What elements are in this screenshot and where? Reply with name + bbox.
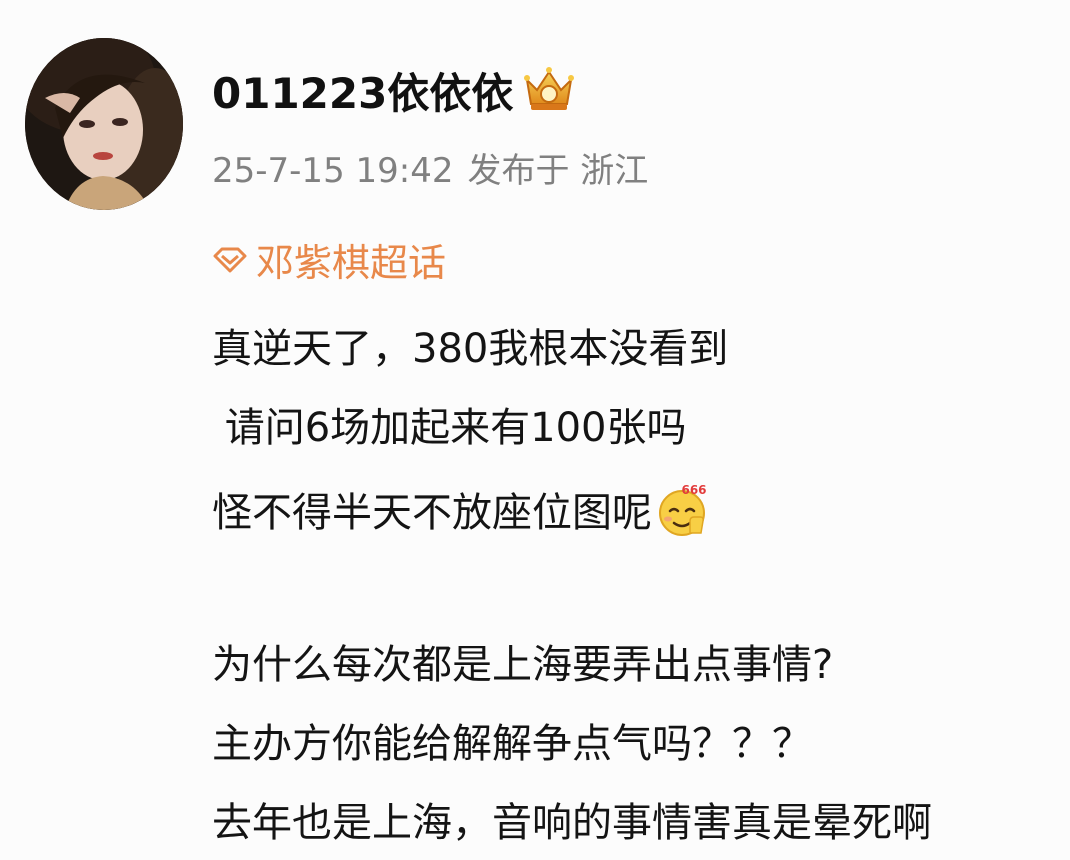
post-text-line: 怪不得半天不放座位图呢 — [212, 490, 652, 536]
diamond-topic-icon — [212, 246, 248, 274]
post-text-line: 为什么每次都是上海要弄出点事情? — [212, 642, 834, 688]
emoji-666-label: 666 — [681, 483, 706, 497]
post-text-line: 去年也是上海，音响的事情害真是晕死啊 — [212, 800, 932, 846]
post-text-line: 请问6场加起来有100张吗 — [212, 405, 687, 451]
post-text-line-with-emoji: 怪不得半天不放座位图呢 666 — [212, 483, 710, 543]
post-timestamp: 25-7-15 19:42 — [212, 151, 454, 191]
vip-crown-icon — [521, 64, 577, 116]
666-thumbs-emoji-icon: 666 — [654, 481, 710, 537]
weibo-post: 011223依依依 25-7-15 19:42 发布于 浙江 邓紫棋超话 真逆天… — [0, 0, 1070, 860]
username-text[interactable]: 011223依依依 — [212, 60, 513, 121]
post-text-line: 真逆天了，380我根本没看到 — [212, 326, 729, 372]
super-topic-link[interactable]: 邓紫棋超话 — [212, 232, 446, 287]
topic-label[interactable]: 邓紫棋超话 — [256, 232, 446, 287]
username[interactable]: 011223依依依 — [212, 60, 577, 120]
post-text-line: 主办方你能给解解争点气吗？？？ — [212, 721, 812, 767]
post-location: 发布于 浙江 — [467, 151, 649, 191]
avatar[interactable] — [25, 38, 183, 210]
post-meta: 25-7-15 19:42 发布于 浙江 — [212, 143, 648, 192]
